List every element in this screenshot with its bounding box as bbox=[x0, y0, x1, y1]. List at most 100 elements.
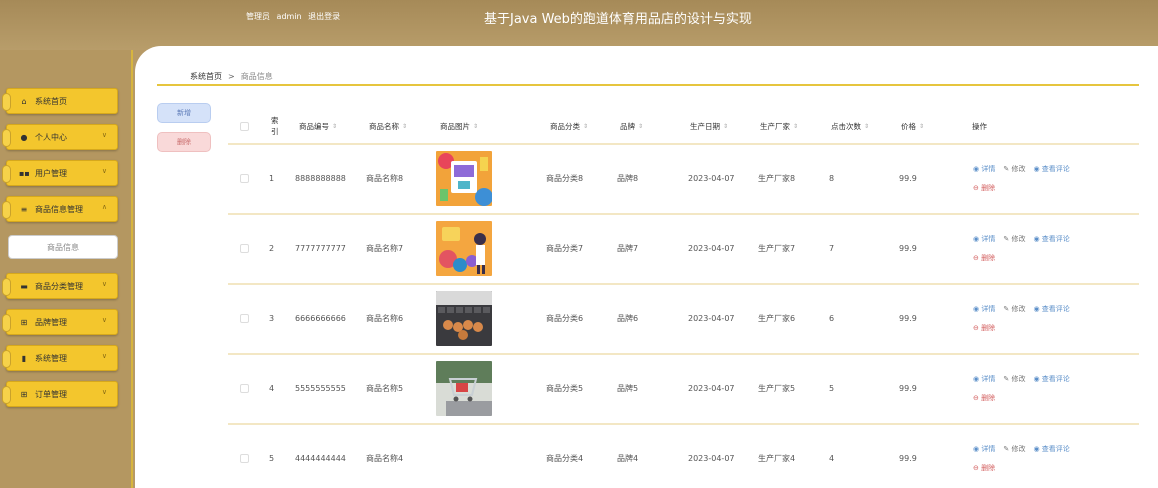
product-image-shopping-illustration[interactable] bbox=[436, 151, 492, 206]
view-comments-link[interactable]: ◉ 查看评论 bbox=[1033, 444, 1069, 454]
detail-link[interactable]: ◉ 详情 bbox=[973, 444, 995, 454]
add-button[interactable]: 新增 bbox=[157, 103, 211, 123]
cell-image[interactable] bbox=[436, 145, 492, 212]
sort-icon: ⇕ bbox=[723, 122, 729, 130]
sort-icon: ⇕ bbox=[583, 122, 589, 130]
product-image-shopping-illustration[interactable] bbox=[436, 221, 492, 276]
breadcrumb-current: 商品信息 bbox=[240, 72, 273, 81]
row-delete-link[interactable]: ⊖ 删除 bbox=[973, 183, 995, 193]
cell-date: 2023-04-07 bbox=[688, 244, 735, 253]
top-header: 管理员 admin 退出登录 基于Java Web的跑道体育用品店的设计与实现 bbox=[0, 0, 1158, 50]
row-actions: ◉ 详情 ✎ 修改 ◉ 查看评论 ⊖ 删除 bbox=[973, 215, 1070, 282]
scroll-curl-icon bbox=[2, 201, 11, 219]
col-maker[interactable]: 生产厂家 ⇕ bbox=[760, 112, 798, 140]
select-all-checkbox[interactable] bbox=[240, 112, 249, 140]
product-image-keyboard-cart[interactable] bbox=[436, 291, 492, 346]
col-brand[interactable]: 品牌 ⇕ bbox=[620, 112, 643, 140]
eye-icon: ◉ bbox=[973, 235, 980, 243]
sort-icon: ⇕ bbox=[793, 122, 799, 130]
view-comments-link[interactable]: ◉ 查看评论 bbox=[1033, 234, 1069, 244]
cell-brand: 品牌4 bbox=[617, 454, 639, 463]
detail-link[interactable]: ◉ 详情 bbox=[973, 164, 995, 174]
view-comments-link[interactable]: ◉ 查看评论 bbox=[1033, 304, 1069, 314]
delete-icon: ⊖ bbox=[973, 464, 979, 472]
row-delete-link[interactable]: ⊖ 删除 bbox=[973, 463, 995, 473]
sidebar-item-home[interactable]: ⌂ 系统首页 bbox=[2, 88, 118, 114]
sidebar-item-product-info-management[interactable]: ≡ 商品信息管理 ∧ bbox=[2, 196, 118, 222]
sort-icon: ⇕ bbox=[332, 122, 338, 130]
sidebar-item-brand-management[interactable]: ⊞ 品牌管理 ∨ bbox=[2, 309, 118, 335]
col-price[interactable]: 价格 ⇕ bbox=[901, 112, 924, 140]
cell-image[interactable] bbox=[436, 285, 492, 352]
col-date[interactable]: 生产日期 ⇕ bbox=[690, 112, 728, 140]
col-category[interactable]: 商品分类 ⇕ bbox=[550, 112, 588, 140]
chart-icon: ▮ bbox=[21, 353, 27, 363]
edit-icon: ✎ bbox=[1003, 445, 1010, 453]
scroll-curl-icon bbox=[2, 350, 11, 368]
list-icon: ≡ bbox=[20, 204, 28, 214]
scroll-curl-icon bbox=[2, 129, 11, 147]
row-checkbox[interactable] bbox=[240, 425, 249, 488]
cell-brand: 品牌8 bbox=[617, 174, 639, 183]
row-checkbox[interactable] bbox=[240, 145, 249, 212]
cell-image[interactable] bbox=[436, 215, 492, 282]
cell-clicks: 6 bbox=[829, 314, 835, 323]
cell-index: 1 bbox=[269, 174, 275, 183]
sidebar-item-system-management[interactable]: ▮ 系统管理 ∨ bbox=[2, 345, 118, 371]
table-row: 1 8888888888 商品名称8 商品分类8 品牌8 2023-04-07 … bbox=[228, 143, 1139, 212]
edit-link[interactable]: ✎ 修改 bbox=[1003, 444, 1025, 454]
product-image-cart-laptop[interactable] bbox=[436, 361, 492, 416]
sidebar-item-label: 系统首页 bbox=[35, 96, 67, 106]
row-delete-link[interactable]: ⊖ 删除 bbox=[973, 323, 995, 333]
view-comments-link[interactable]: ◉ 查看评论 bbox=[1033, 374, 1069, 384]
col-actions: 操作 bbox=[972, 121, 987, 131]
eye-icon: ◉ bbox=[973, 305, 980, 313]
row-checkbox[interactable] bbox=[240, 285, 249, 352]
sort-icon: ⇕ bbox=[473, 122, 479, 130]
table-row: 5 4444444444 商品名称4 商品分类4 品牌4 2023-04-07 … bbox=[228, 423, 1139, 488]
row-actions: ◉ 详情 ✎ 修改 ◉ 查看评论 ⊖ 删除 bbox=[973, 355, 1070, 422]
cell-clicks: 8 bbox=[829, 174, 835, 183]
sidebar-item-order-management[interactable]: ⊞ 订单管理 ∨ bbox=[2, 381, 118, 407]
chevron-down-icon: ∨ bbox=[101, 280, 107, 288]
col-image[interactable]: 商品图片 ⇕ bbox=[440, 112, 478, 140]
grid-icon: ⊞ bbox=[20, 389, 28, 399]
detail-link[interactable]: ◉ 详情 bbox=[973, 374, 995, 384]
cell-index: 4 bbox=[269, 384, 275, 393]
cell-image[interactable] bbox=[436, 355, 492, 422]
sidebar-item-category-management[interactable]: ▬ 商品分类管理 ∨ bbox=[2, 273, 118, 299]
logout-link[interactable]: 退出登录 bbox=[308, 12, 340, 21]
delete-button[interactable]: 删除 bbox=[157, 132, 211, 152]
eye-icon: ◉ bbox=[973, 375, 980, 383]
sidebar-item-user-management[interactable]: ▪▪ 用户管理 ∨ bbox=[2, 160, 118, 186]
col-name[interactable]: 商品名称 ⇕ bbox=[369, 112, 407, 140]
col-date-label: 生产日期 bbox=[690, 121, 720, 131]
sidebar-item-label: 系统管理 bbox=[35, 353, 67, 363]
cell-brand: 品牌5 bbox=[617, 384, 639, 393]
breadcrumb: 系统首页 > 商品信息 bbox=[190, 71, 273, 82]
col-code[interactable]: 商品编号 ⇕ bbox=[299, 112, 337, 140]
edit-link[interactable]: ✎ 修改 bbox=[1003, 374, 1025, 384]
row-checkbox[interactable] bbox=[240, 215, 249, 282]
row-delete-link[interactable]: ⊖ 删除 bbox=[973, 253, 995, 263]
cell-category: 商品分类5 bbox=[546, 384, 584, 393]
cell-date: 2023-04-07 bbox=[688, 384, 735, 393]
breadcrumb-home[interactable]: 系统首页 bbox=[190, 72, 222, 81]
row-delete-link[interactable]: ⊖ 删除 bbox=[973, 393, 995, 403]
sidebar-item-personal-center[interactable]: ● 个人中心 ∨ bbox=[2, 124, 118, 150]
detail-link[interactable]: ◉ 详情 bbox=[973, 234, 995, 244]
col-clicks[interactable]: 点击次数 ⇕ bbox=[831, 112, 869, 140]
cell-code: 7777777777 bbox=[295, 244, 346, 253]
chevron-up-icon: ∧ bbox=[101, 203, 107, 211]
sidebar-subitem-product-info[interactable]: 商品信息 bbox=[8, 235, 118, 259]
edit-link[interactable]: ✎ 修改 bbox=[1003, 164, 1025, 174]
detail-link[interactable]: ◉ 详情 bbox=[973, 304, 995, 314]
view-comments-link[interactable]: ◉ 查看评论 bbox=[1033, 164, 1069, 174]
row-checkbox[interactable] bbox=[240, 355, 249, 422]
edit-link[interactable]: ✎ 修改 bbox=[1003, 304, 1025, 314]
cell-price: 99.9 bbox=[899, 314, 917, 323]
cell-code: 6666666666 bbox=[295, 314, 346, 323]
cell-name: 商品名称6 bbox=[366, 314, 404, 323]
edit-link[interactable]: ✎ 修改 bbox=[1003, 234, 1025, 244]
header-user-info: 管理员 admin 退出登录 bbox=[246, 11, 344, 22]
